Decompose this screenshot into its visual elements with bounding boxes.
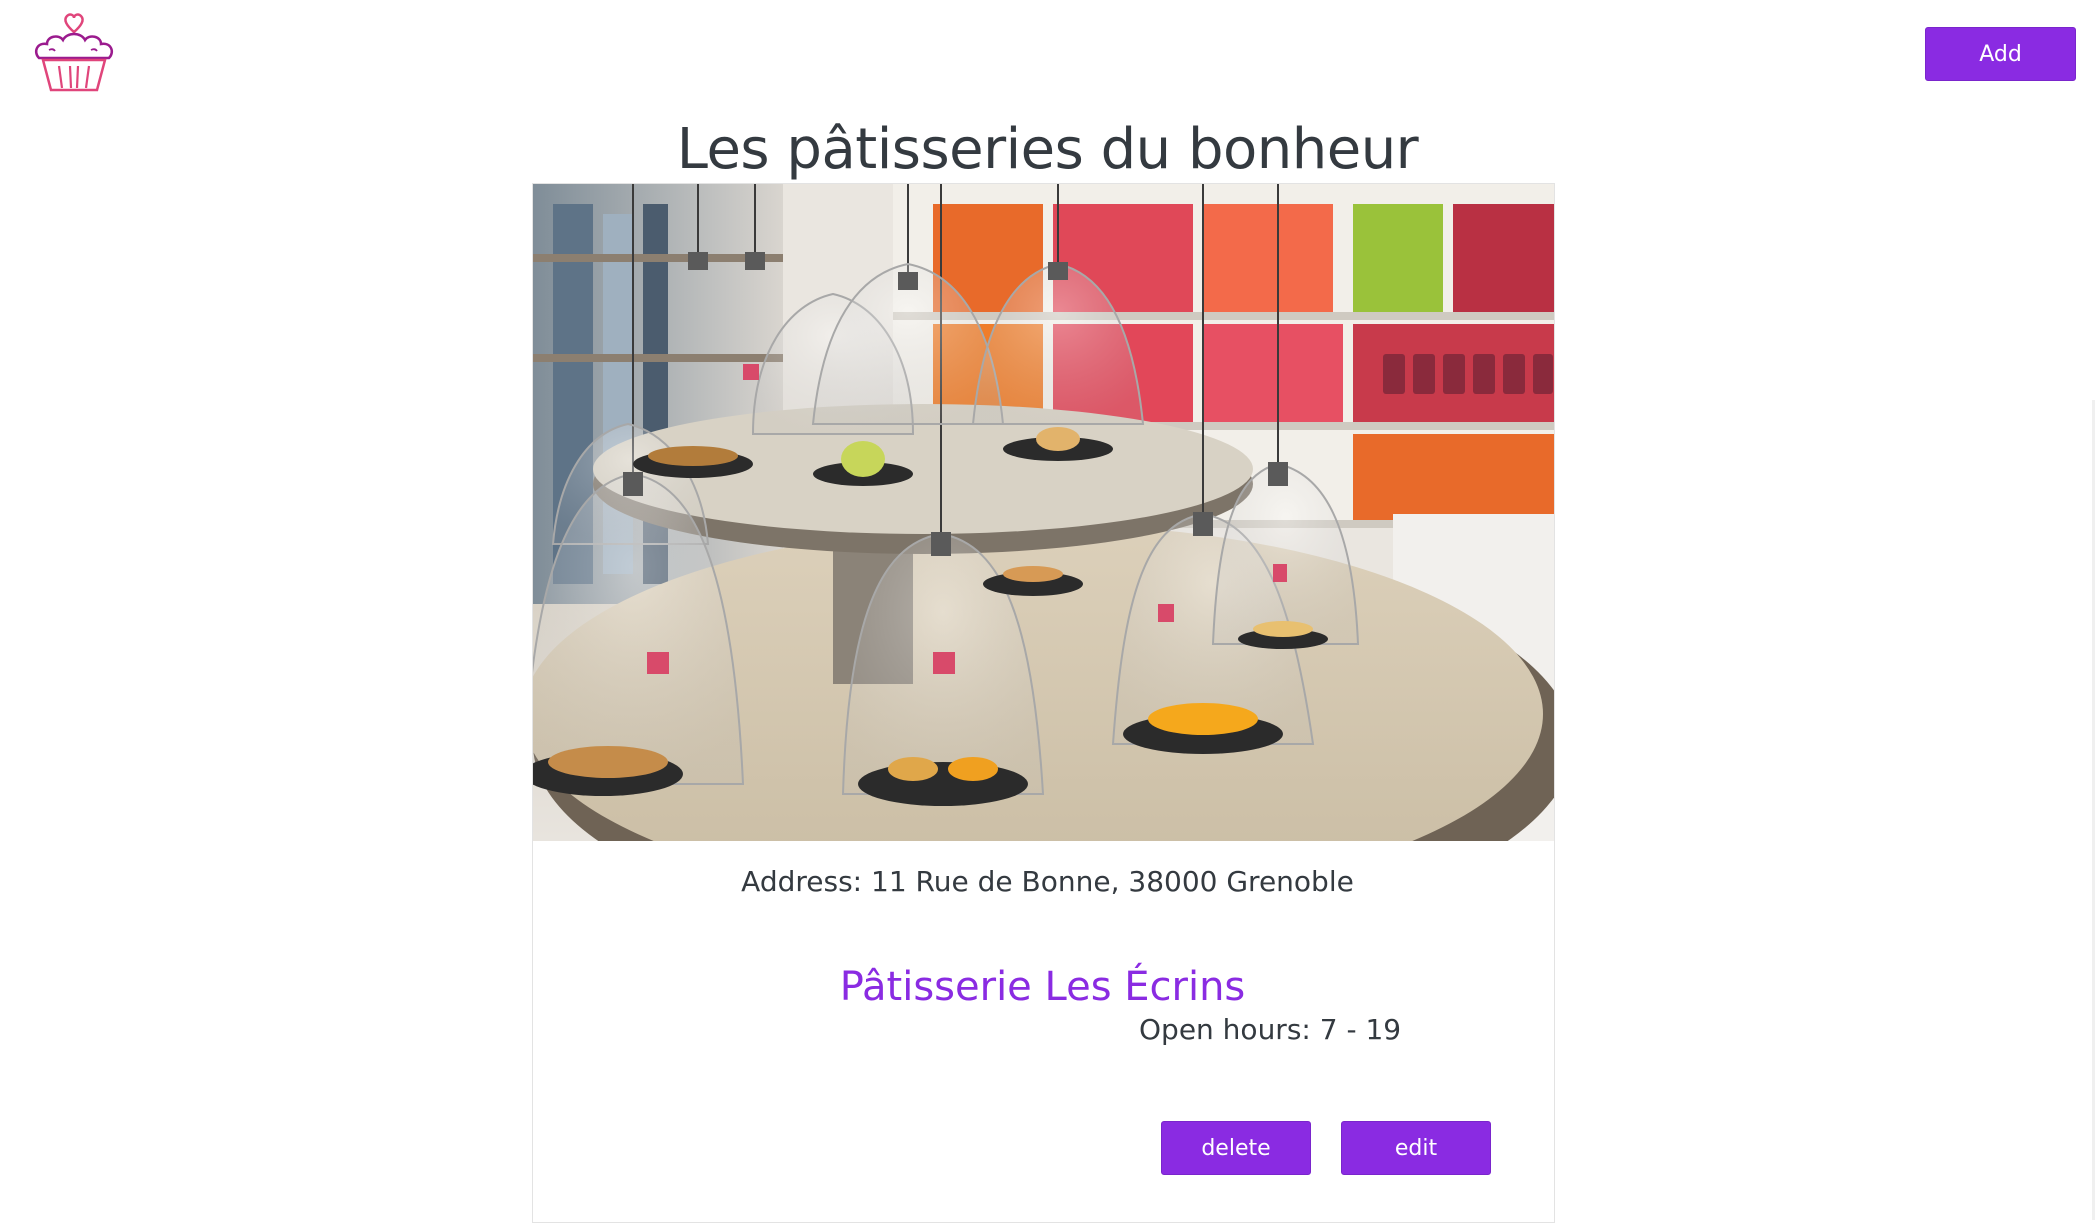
page-title: Les pâtisseries du bonheur (676, 117, 1419, 182)
edit-button[interactable]: edit (1341, 1121, 1491, 1175)
shop-photo (533, 184, 1554, 841)
shop-name: Pâtisserie Les Écrins (839, 964, 1246, 1010)
add-button[interactable]: Add (1925, 27, 2076, 81)
cupcake-logo-icon[interactable] (33, 8, 115, 92)
shop-address: Address: 11 Rue de Bonne, 38000 Grenoble (741, 865, 1354, 898)
open-hours: Open hours: 7 - 19 (1139, 1013, 1402, 1046)
delete-button[interactable]: delete (1161, 1121, 1311, 1175)
shop-card (532, 183, 1555, 1223)
